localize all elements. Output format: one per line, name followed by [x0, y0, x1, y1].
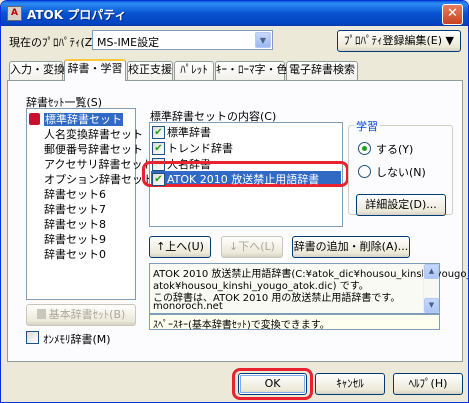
list-item[interactable]: 郵便番号辞書セット	[44, 142, 143, 158]
list-item[interactable]: 標準辞書セット	[29, 112, 123, 128]
tab-dictionary-learning[interactable]: 辞書・学習	[64, 59, 126, 81]
radio-learn-no[interactable]	[358, 165, 371, 178]
contents-item-label: ATOK 2010 放送禁止用語辞書	[167, 173, 320, 186]
conversion-hint: ｽﾍﾟｰｽｷｰ(基本辞書ｾｯﾄ)で変換できます。	[149, 314, 440, 331]
list-item[interactable]: 辞書セット7	[44, 202, 106, 218]
dictionary-contents-list[interactable]: ✔ 標準辞書 ✔ トレンド辞書 人名辞書 ✔ ATOK 2010 放送禁止用語辞…	[149, 122, 343, 227]
checkbox-broadcast-banned-dict[interactable]: ✔	[152, 173, 165, 186]
current-property-select[interactable]: MS-IME設定 ▼	[92, 30, 273, 50]
detail-settings-button[interactable]: 詳細設定(D)...	[356, 194, 446, 216]
dictionary-book-icon	[29, 113, 40, 125]
checkbox-trend-dict[interactable]: ✔	[152, 142, 165, 155]
tab-e-dictionary-search[interactable]: 電子辞書検索	[286, 61, 358, 80]
add-remove-dictionary-button[interactable]: 辞書の追加・削除(A)...	[292, 236, 410, 258]
tab-panel-dictionary-learning: 辞書ｾｯﾄ一覧(S) 標準辞書セット 人名変換辞書セット 郵便番号辞書セット ア…	[7, 80, 468, 362]
atok-app-icon: A	[7, 6, 22, 21]
help-button[interactable]: ﾍﾙﾌﾟ(H)	[393, 373, 463, 395]
chevron-down-icon[interactable]: ▼	[255, 32, 271, 48]
window-title: ATOK プロパティ	[27, 8, 127, 22]
move-up-button[interactable]: ↑上へ(U)	[149, 236, 211, 258]
scroll-down-arrow-icon[interactable]: ▼	[424, 298, 439, 313]
list-item[interactable]: 辞書セット9	[44, 232, 106, 248]
move-down-button[interactable]: ↓下へ(L)	[221, 236, 283, 258]
tab-input-conversion[interactable]: 入力・変換	[9, 61, 65, 80]
atok-properties-window: A ATOK プロパティ ✕ 現在のﾌﾟﾛﾊﾟﾃｨ(Z) MS-IME設定 ▼ …	[0, 0, 469, 403]
online-dictionary-checkbox[interactable]	[26, 331, 39, 344]
close-button[interactable]: ✕	[442, 4, 463, 25]
contents-item-label: 標準辞書	[167, 126, 211, 139]
dictionary-description: ATOK 2010 放送禁止用語辞書(C:¥atok_dic¥housou_ki…	[149, 263, 468, 314]
list-item[interactable]: 辞書セット0	[44, 247, 106, 263]
online-dictionary-label: ｵﾝﾒﾓﾘ辞書(M)	[43, 333, 111, 346]
current-property-label: 現在のﾌﾟﾛﾊﾟﾃｨ(Z)	[9, 36, 97, 49]
checkbox-standard-dict[interactable]: ✔	[152, 126, 165, 139]
learning-group-title: 学習	[354, 118, 380, 134]
tab-palette[interactable]: ﾊﾟﾚｯﾄ	[174, 61, 214, 80]
list-item[interactable]: 辞書セット8	[44, 217, 106, 233]
list-item[interactable]: 人名変換辞書セット	[44, 127, 143, 143]
scroll-up-arrow-icon[interactable]: ▲	[424, 264, 439, 279]
basic-dictionary-set-button[interactable]: 基本辞書ｾｯﾄ(B)	[26, 304, 136, 326]
current-property-value: MS-IME設定	[97, 36, 160, 49]
description-scrollbar[interactable]: ▲ ▼	[423, 264, 439, 313]
ok-button[interactable]: OK	[238, 373, 307, 395]
property-edit-button[interactable]: ﾌﾟﾛﾊﾟﾃｨ登録編集(E) ▼	[337, 30, 461, 52]
cancel-button[interactable]: ｷｬﾝｾﾙ	[315, 373, 385, 395]
dictionary-set-list[interactable]: 標準辞書セット 人名変換辞書セット 郵便番号辞書セット アクセサリ辞書セット オ…	[26, 108, 154, 300]
contents-item-label: トレンド辞書	[167, 142, 233, 155]
list-item[interactable]: アクセサリ辞書セット	[44, 157, 153, 173]
radio-learn-yes-label: する(Y)	[376, 143, 414, 156]
list-item[interactable]: 辞書セット6	[44, 187, 106, 203]
dictionary-book-icon	[36, 309, 46, 319]
list-item[interactable]: オプション辞書セット	[44, 172, 154, 188]
radio-learn-no-label: しない(N)	[376, 166, 426, 179]
radio-learn-yes[interactable]	[358, 142, 371, 155]
tab-proofreading[interactable]: 校正支援	[127, 61, 173, 80]
title-bar[interactable]: A ATOK プロパティ ✕	[1, 1, 468, 26]
tab-key-romaji-color[interactable]: ｷｰ・ﾛｰﾏ字・色	[215, 61, 288, 80]
